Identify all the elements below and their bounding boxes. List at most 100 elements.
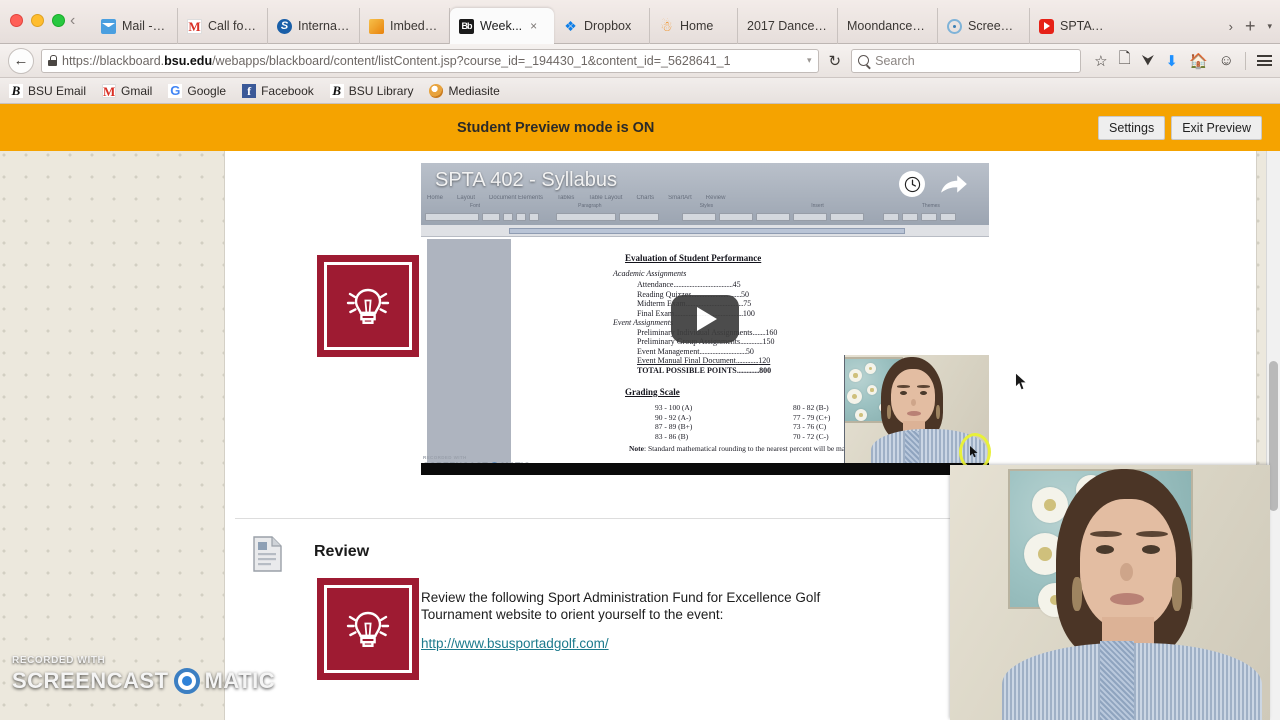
browser-tab-week-active[interactable]: Bb Week... ×	[450, 8, 554, 44]
mouse-cursor-icon	[1015, 371, 1028, 396]
review-section-title: Review	[314, 543, 370, 560]
close-window-button[interactable]	[10, 14, 23, 27]
share-icon[interactable]	[939, 171, 969, 202]
orange-doc-icon	[369, 18, 384, 34]
facebook-icon: f	[242, 83, 257, 98]
watermark-recorded-with: RECORDED WITH	[12, 655, 106, 666]
cursor-pointer-icon	[970, 446, 979, 461]
browser-tab-2017-dances[interactable]: 2017 Dances ...	[738, 8, 838, 44]
address-bar[interactable]: https://blackboard.bsu.edu/webapps/black…	[41, 48, 819, 73]
paragraph-controls	[556, 213, 616, 221]
menu-icon[interactable]	[1257, 55, 1272, 66]
grading-row: 77 - 79 (C+)	[793, 412, 831, 422]
bookmark-star-icon[interactable]: ☆	[1094, 52, 1107, 70]
doc-item-event-manual: Event Manual Final Document.............…	[637, 356, 771, 365]
doc-note-label: Note	[629, 444, 644, 453]
tab-label: SPTA 40	[1060, 19, 1107, 33]
bookmark-label: Gmail	[121, 83, 153, 98]
close-tab-icon[interactable]: ×	[530, 19, 537, 33]
play-button[interactable]	[671, 295, 739, 343]
settings-button[interactable]: Settings	[1098, 115, 1166, 140]
grading-column-2: 80 - 82 (B-) 77 - 79 (C+) 73 - 76 (C) 70…	[793, 403, 830, 441]
grading-row: 70 - 72 (C-)	[793, 431, 829, 441]
search-input[interactable]: Search	[851, 48, 1082, 73]
browser-tab-screen-recorder[interactable]: Screen R...	[938, 8, 1030, 44]
browser-tab-mail[interactable]: Mail - Lo...	[92, 8, 178, 44]
new-tab-button[interactable]: +	[1245, 16, 1256, 37]
grading-row: 80 - 82 (B-)	[793, 403, 829, 412]
bookmark-facebook[interactable]: f Facebook	[242, 83, 314, 98]
browser-tab-international[interactable]: S Internatio...	[268, 8, 360, 44]
pocket-icon[interactable]: ⮟	[1142, 52, 1155, 69]
bookmark-google[interactable]: G Google	[168, 83, 226, 98]
grading-row: 90 - 92 (A-)	[655, 412, 692, 422]
screencast-o-matic-watermark: RECORDED WITH SCREENCAST MATIC	[12, 655, 275, 694]
bookmark-bsu-library[interactable]: B BSU Library	[329, 83, 413, 98]
word-sidebar-pane	[427, 239, 511, 473]
watch-later-icon[interactable]	[899, 171, 925, 197]
tab-label: Moondance V...	[847, 19, 928, 33]
gmail-icon	[102, 83, 117, 98]
alignment-controls	[619, 213, 659, 221]
word-ribbon-tabs: Home Layout Document Elements Tables Tab…	[427, 195, 725, 201]
tab-label: Home	[680, 19, 714, 33]
list-all-tabs-icon[interactable]: ▾	[1267, 21, 1272, 32]
doc-section-event: Event Assignments	[613, 318, 674, 327]
minimize-window-button[interactable]	[31, 14, 44, 27]
browser-tab-dropbox[interactable]: ❖ Dropbox	[554, 8, 650, 44]
ribbon-button	[516, 213, 526, 221]
grading-row: 83 - 86 (B)	[655, 431, 689, 441]
lightbulb-badge-icon	[317, 578, 419, 680]
student-preview-actions: Settings Exit Preview	[1098, 115, 1262, 140]
tabstrip-scroll-left-icon[interactable]: ‹	[70, 13, 75, 29]
bookmark-bsu-email[interactable]: B BSU Email	[9, 83, 86, 98]
download-icon[interactable]: ⬇	[1165, 52, 1178, 70]
reload-button[interactable]: ↻	[826, 52, 845, 70]
tab-label: Screen R...	[968, 19, 1020, 33]
browser-tab-imbedded[interactable]: Imbedde...	[360, 8, 450, 44]
browser-tab-moondance[interactable]: Moondance V...	[838, 8, 938, 44]
font-name-box	[425, 213, 479, 221]
window-traffic-lights[interactable]	[10, 14, 65, 27]
chevron-down-icon[interactable]: ▾	[807, 55, 812, 66]
browser-tab-call-for-papers[interactable]: Call for P...	[178, 8, 268, 44]
grading-row: 73 - 76 (C)	[793, 422, 827, 431]
home-person-icon: ☃	[660, 17, 673, 34]
embedded-video-player[interactable]: Home Layout Document Elements Tables Tab…	[421, 163, 989, 475]
lightbulb-badge-icon	[317, 255, 419, 357]
video-bottom-bar	[421, 463, 989, 475]
home-icon[interactable]: 🏠	[1189, 52, 1208, 70]
ribbon-button	[529, 213, 539, 221]
bookmark-mediasite[interactable]: Mediasite	[429, 83, 500, 98]
doc-item-points: 50	[741, 289, 750, 299]
tab-label: Dropbox	[584, 19, 632, 33]
play-triangle-icon	[697, 307, 717, 331]
maximize-window-button[interactable]	[52, 14, 65, 27]
browser-tab-home[interactable]: ☃ Home	[650, 8, 738, 44]
bookmark-gmail[interactable]: Gmail	[102, 83, 153, 98]
url-scheme: https://blackboard.	[62, 53, 165, 68]
browser-tab-spta-402[interactable]: SPTA 40	[1030, 8, 1116, 44]
scrollbar-thumb[interactable]	[1269, 361, 1278, 511]
exit-preview-button[interactable]: Exit Preview	[1171, 115, 1262, 140]
watermark-screencast: SCREENCAST	[12, 668, 169, 693]
insert-shape	[902, 213, 918, 221]
reader-icon[interactable]: 🗋	[1119, 48, 1131, 73]
review-section-link[interactable]: http://www.bsusportadgolf.com/	[421, 636, 609, 651]
doc-item-points: 150	[762, 337, 775, 346]
tab-label: 2017 Dances ...	[747, 19, 828, 33]
doc-item-points: 160	[765, 327, 778, 337]
url-domain: bsu.edu	[164, 53, 213, 68]
doc-item-event-management: Event Management........................…	[637, 346, 754, 356]
record-icon	[947, 18, 962, 34]
blackboard-icon: Bb	[459, 18, 474, 34]
sync-face-icon[interactable]: ☺	[1219, 52, 1234, 69]
tabstrip-scroll-right-icon[interactable]: ›	[1229, 19, 1233, 34]
back-button[interactable]: ←	[8, 47, 34, 74]
word-ribbon-groups: Font Paragraph Styles Insert Themes	[421, 203, 989, 209]
ruler-margin-bar	[509, 228, 905, 234]
dropbox-icon: ❖	[564, 17, 577, 34]
ribbon-tab: Review	[705, 195, 726, 201]
journal-icon: S	[277, 18, 292, 34]
doc-heading: Evaluation of Student Performance	[625, 253, 762, 263]
